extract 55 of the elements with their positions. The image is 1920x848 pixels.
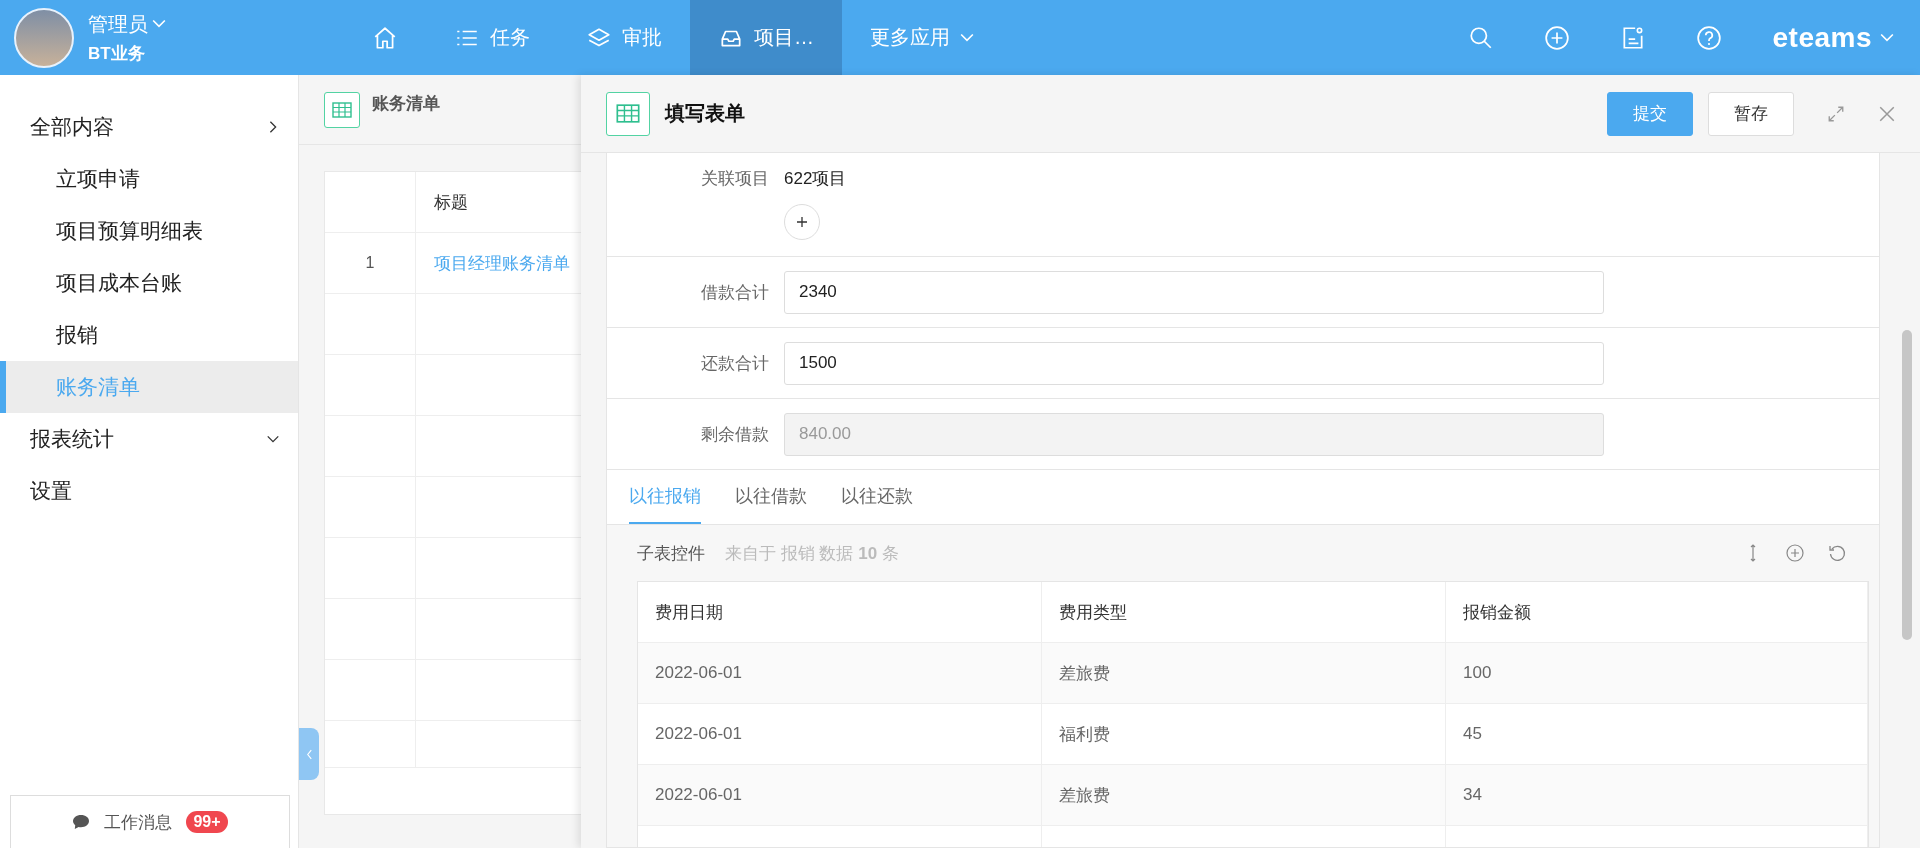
organization-name: BT业务	[88, 42, 146, 65]
table-cell: 福利费	[1042, 704, 1446, 764]
chevron-down-icon	[960, 32, 974, 43]
nav-tab[interactable]: 项目…	[690, 0, 842, 75]
unread-count-badge: 99+	[186, 811, 228, 833]
field-label: 还款合计	[700, 352, 769, 375]
collapse-handle[interactable]	[299, 728, 319, 780]
save-draft-button[interactable]: 暂存	[1708, 91, 1794, 136]
field-label: 借款合计	[700, 281, 769, 304]
tab[interactable]: 以往还款	[841, 470, 913, 524]
table-cell: 34	[1446, 765, 1868, 825]
input-field[interactable]: 2340	[784, 270, 1604, 314]
field-label: 剩余借款	[700, 423, 769, 446]
linked-project[interactable]: 622项目	[784, 167, 847, 190]
table-cell: 2022-06-01	[638, 704, 1042, 764]
refresh-icon[interactable]	[1827, 543, 1847, 563]
sidebar-item[interactable]: 全部内容	[0, 101, 298, 153]
sidebar-item[interactable]: 报销	[0, 309, 298, 361]
chevron-down-icon[interactable]	[1880, 32, 1894, 43]
close-icon[interactable]	[1878, 104, 1896, 123]
add-button[interactable]	[784, 204, 820, 240]
row-number: 1	[325, 233, 416, 293]
plus-icon	[796, 216, 808, 228]
column-header: 费用日期	[638, 582, 1042, 642]
table-cell: 差旅费	[1042, 765, 1446, 825]
input-field[interactable]: 1500	[784, 341, 1604, 385]
sidebar-item[interactable]: 项目成本台账	[0, 257, 298, 309]
tab[interactable]: 以往借款	[735, 470, 807, 524]
sidebar-item[interactable]: 报表统计	[0, 413, 298, 465]
table-cell: 差旅费	[1042, 643, 1446, 703]
expand-icon[interactable]	[1827, 104, 1845, 123]
data-source-note: 来自于 报销 数据 10 条	[725, 542, 899, 565]
sidebar-item[interactable]: 项目预算明细表	[0, 205, 298, 257]
sidebar-item[interactable]: 设置	[0, 465, 298, 517]
column-header: 标题	[433, 191, 469, 214]
table-cell: 100	[1446, 643, 1868, 703]
input-field: 840.00	[784, 412, 1604, 456]
drawer-title: 填写表单	[665, 101, 745, 126]
scrollbar-thumb[interactable]	[1902, 330, 1912, 640]
chat-bubble-icon	[72, 814, 91, 830]
table-cell: 2022-06-01	[638, 765, 1042, 825]
table-icon	[606, 91, 650, 136]
field-label: 关联项目	[700, 168, 769, 190]
table-icon	[324, 92, 360, 128]
work-messages-button[interactable]: 工作消息 99+	[10, 795, 290, 848]
add-icon[interactable]	[1785, 543, 1805, 563]
sidebar-item[interactable]: 立项申请	[0, 153, 298, 205]
column-header: 报销金额	[1446, 582, 1868, 642]
column-header: 费用类型	[1042, 582, 1446, 642]
table-cell: 2022-06-01	[638, 643, 1042, 703]
table-cell: 45	[1446, 704, 1868, 764]
chevron-down-icon[interactable]	[152, 19, 166, 29]
help-icon[interactable]	[1696, 24, 1723, 51]
page-title: 账务清单	[372, 93, 440, 115]
subtable-title: 子表控件	[637, 542, 705, 565]
